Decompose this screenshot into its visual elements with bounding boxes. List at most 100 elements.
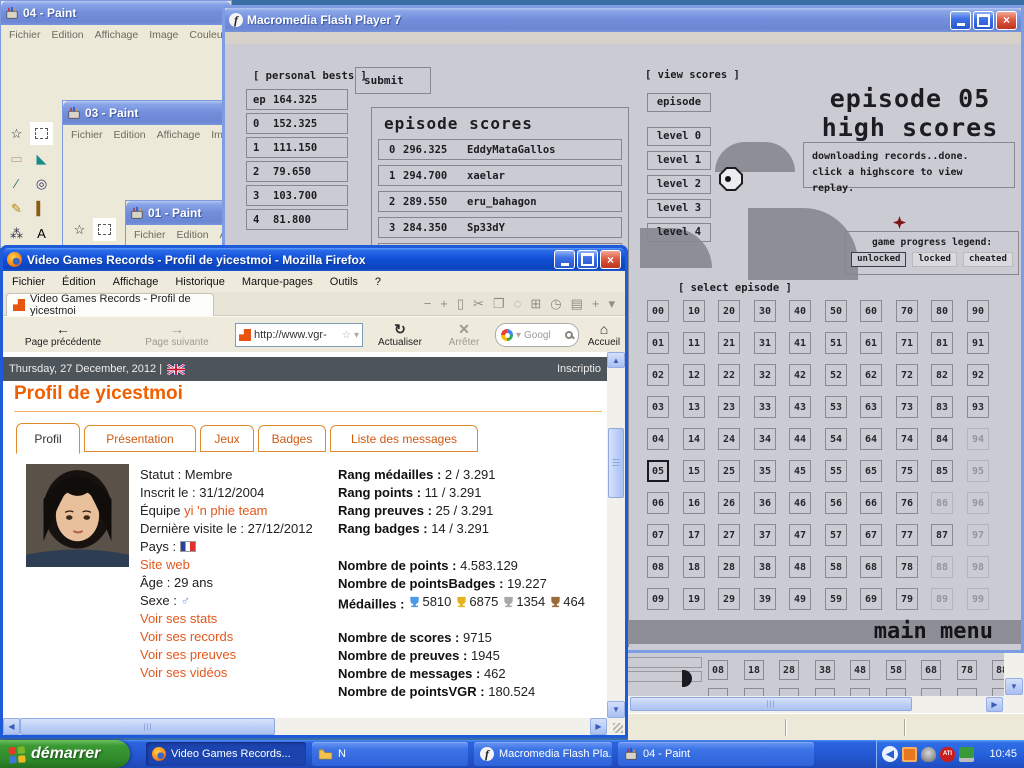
episode-cell-73[interactable]: 73 xyxy=(896,396,918,418)
episode-cell-76[interactable]: 76 xyxy=(896,492,918,514)
overflow-icon[interactable]: ▾ xyxy=(608,296,615,311)
magnifier-tool-icon[interactable]: ◎ xyxy=(30,172,53,195)
episode-cell-66[interactable]: 66 xyxy=(860,492,882,514)
zoom-out-icon[interactable]: − xyxy=(424,296,432,311)
episode-cell-11[interactable]: 11 xyxy=(683,332,705,354)
episode-cell-03[interactable]: 03 xyxy=(647,396,669,418)
episode-cell-02[interactable]: 02 xyxy=(647,364,669,386)
episode-cell-29[interactable]: 29 xyxy=(718,588,740,610)
start-button[interactable]: démarrer xyxy=(0,740,130,768)
view-episode-button[interactable]: episode xyxy=(647,93,711,112)
highscore-row[interactable]: 0 296.325 EddyMataGallos xyxy=(378,139,622,160)
back-button[interactable]: ← Page précédente xyxy=(6,318,120,352)
episode-cell-79[interactable]: 79 xyxy=(896,588,918,610)
menu-item-fichier[interactable]: Fichier xyxy=(71,129,103,141)
personal-best-row[interactable]: 1 111.150 xyxy=(246,137,348,158)
episode-cell-60[interactable]: 60 xyxy=(860,300,882,322)
episode-cell-37[interactable]: 37 xyxy=(754,524,776,546)
titlebar-paint-04[interactable]: 04 - Paint xyxy=(1,1,231,25)
episode-cell-34[interactable]: 34 xyxy=(754,428,776,450)
tab-liste-des-messages[interactable]: Liste des messages xyxy=(330,425,478,452)
ati-tray-icon[interactable]: ATI xyxy=(940,746,955,762)
episode-cell-14[interactable]: 14 xyxy=(683,428,705,450)
menu-item-image[interactable]: Image xyxy=(149,29,178,41)
episode-cell-04[interactable]: 04 xyxy=(647,428,669,450)
episode-cell-19[interactable]: 19 xyxy=(683,588,705,610)
episode-cell-61[interactable]: 61 xyxy=(860,332,882,354)
episode-cell-43[interactable]: 43 xyxy=(789,396,811,418)
highscore-row[interactable]: 1 294.700 xaelar xyxy=(378,165,622,186)
episode-cell-30[interactable]: 30 xyxy=(754,300,776,322)
tab-vgr-profile[interactable]: Video Games Records - Profil de yicestmo… xyxy=(6,293,214,317)
episode-cell-80[interactable]: 80 xyxy=(931,300,953,322)
link-voir-ses-vid-os[interactable]: Voir ses vidéos xyxy=(140,665,227,680)
episode-cell-23[interactable]: 23 xyxy=(718,396,740,418)
close-button[interactable]: × xyxy=(996,10,1017,30)
episode-cell-85[interactable]: 85 xyxy=(931,460,953,482)
episode-cell-64[interactable]: 64 xyxy=(860,428,882,450)
episode-cell-21[interactable]: 21 xyxy=(718,332,740,354)
print-icon[interactable]: ▤ xyxy=(571,296,583,311)
uk-flag-icon[interactable] xyxy=(167,363,186,375)
episode-cell-48[interactable]: 48 xyxy=(789,556,811,578)
episode-cell-78[interactable]: 78 xyxy=(896,556,918,578)
tab-profil[interactable]: Profil xyxy=(16,423,80,454)
episode-cell-41[interactable]: 41 xyxy=(789,332,811,354)
menu-item-outils[interactable]: Outils xyxy=(330,276,358,288)
menu-item-dition[interactable]: Édition xyxy=(62,276,96,288)
text-tool-icon[interactable]: A xyxy=(30,222,53,245)
view-level-4-button[interactable]: level 4 xyxy=(647,223,711,242)
episode-cell-82[interactable]: 82 xyxy=(931,364,953,386)
add-toolbar-icon[interactable]: + xyxy=(592,296,600,311)
episode-cell-57[interactable]: 57 xyxy=(825,524,847,546)
color-picker-tool-icon[interactable]: ∕ xyxy=(5,172,28,195)
refresh-button[interactable]: ↻ Actualiser xyxy=(369,318,431,352)
link-yi-n-phie-team[interactable]: yi 'n phie team xyxy=(184,503,267,518)
menu-item-fichier[interactable]: Fichier xyxy=(12,276,45,288)
episode-cell-75[interactable]: 75 xyxy=(896,460,918,482)
minimize-button[interactable] xyxy=(950,10,971,30)
episode-cell-22[interactable]: 22 xyxy=(718,364,740,386)
freeform-select-tool-icon[interactable]: ☆ xyxy=(68,218,91,241)
menu-item-edition[interactable]: Edition xyxy=(114,129,146,141)
stop-button[interactable]: ✕ Arrêter xyxy=(437,318,491,352)
personal-best-row[interactable]: 0 152.325 xyxy=(246,113,348,134)
episode-cell-38[interactable]: 38 xyxy=(754,556,776,578)
episode-cell-53[interactable]: 53 xyxy=(825,396,847,418)
episode-cell-26[interactable]: 26 xyxy=(718,492,740,514)
episode-cell-15[interactable]: 15 xyxy=(683,460,705,482)
episode-cell-74[interactable]: 74 xyxy=(896,428,918,450)
episode-cell-00[interactable]: 00 xyxy=(647,300,669,322)
personal-best-row[interactable]: 3 103.700 xyxy=(246,185,348,206)
resize-grip[interactable] xyxy=(607,718,625,735)
hidden-icons-chevron[interactable]: ◀ xyxy=(882,746,898,762)
episode-cell-17[interactable]: 17 xyxy=(683,524,705,546)
close-button[interactable]: × xyxy=(600,250,621,269)
episode-cell-71[interactable]: 71 xyxy=(896,332,918,354)
link-voir-ses-preuves[interactable]: Voir ses preuves xyxy=(140,647,236,662)
episode-cell-96[interactable]: 96 xyxy=(967,492,989,514)
clock[interactable]: 10:45 xyxy=(989,748,1017,760)
personal-best-row[interactable]: ep 164.325 xyxy=(246,89,348,110)
episode-cell-99[interactable]: 99 xyxy=(967,588,989,610)
episode-cell-68[interactable]: 68 xyxy=(860,556,882,578)
personal-best-row[interactable]: 4 81.800 xyxy=(246,209,348,230)
menu-item-edition[interactable]: Edition xyxy=(52,29,84,41)
menu-item-fichier[interactable]: Fichier xyxy=(9,29,41,41)
episode-cell-09[interactable]: 09 xyxy=(647,588,669,610)
episode-cell-95[interactable]: 95 xyxy=(967,460,989,482)
episode-cell-45[interactable]: 45 xyxy=(789,460,811,482)
search-icon[interactable] xyxy=(565,331,573,339)
submit-button[interactable]: submit xyxy=(355,67,431,94)
select-tool-icon[interactable] xyxy=(93,218,116,241)
menu-item-marque-pages[interactable]: Marque-pages xyxy=(242,276,313,288)
view-level-0-button[interactable]: level 0 xyxy=(647,127,711,146)
episode-cell-08[interactable]: 08 xyxy=(647,556,669,578)
minimize-button[interactable] xyxy=(554,250,575,269)
vertical-scrollbar[interactable]: ▲ ▼ xyxy=(607,352,625,718)
titlebar-flash-player[interactable]: f Macromedia Flash Player 7 × xyxy=(225,8,1021,32)
zoom-in-icon[interactable]: + xyxy=(440,296,448,311)
tab-pr-sentation[interactable]: Présentation xyxy=(84,425,196,452)
episode-cell-92[interactable]: 92 xyxy=(967,364,989,386)
menu-item-edition[interactable]: Edition xyxy=(177,229,209,241)
